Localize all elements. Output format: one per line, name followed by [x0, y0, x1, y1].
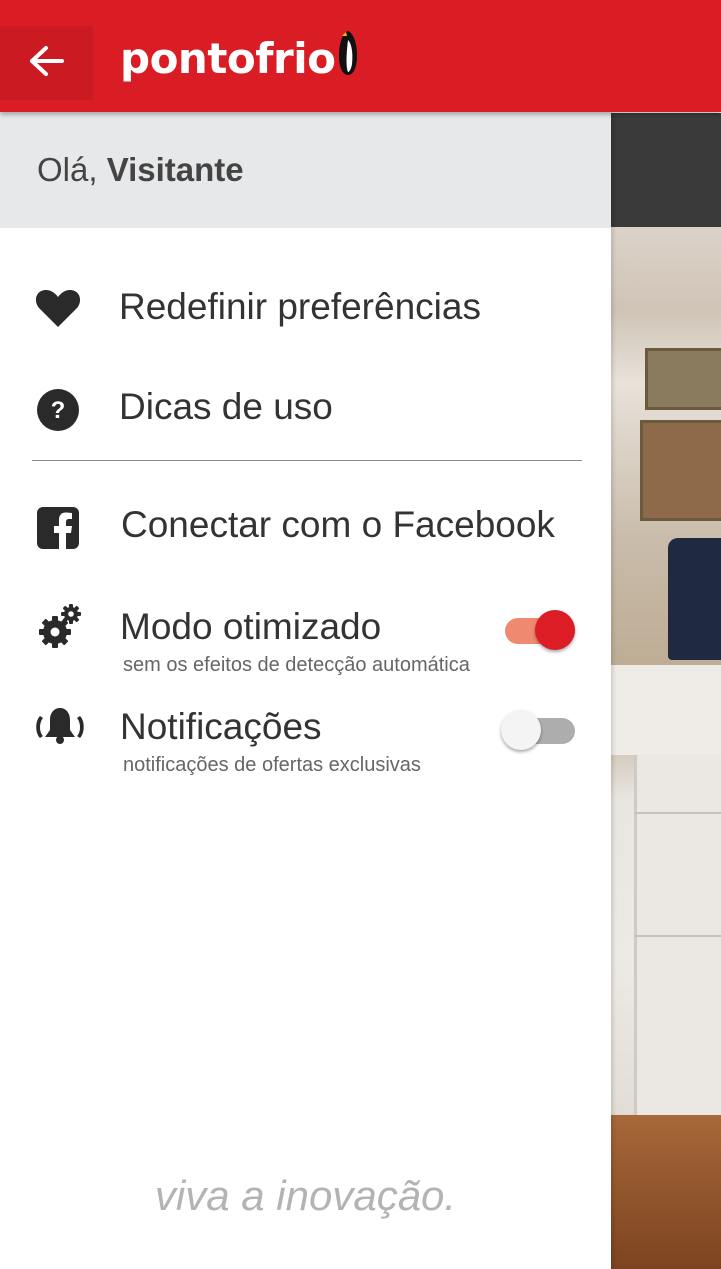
- menu-item-notifications[interactable]: Notificações notificações de ofertas exc…: [0, 690, 611, 790]
- menu-divider: [32, 460, 582, 461]
- menu-item-preferences[interactable]: Redefinir preferências: [0, 268, 611, 348]
- logo-text: pontofrio: [120, 33, 336, 83]
- tagline: viva a inovação.: [154, 1172, 457, 1219]
- gears-icon: [36, 602, 84, 650]
- heart-icon: [34, 284, 82, 332]
- menu-item-label: Modo otimizado: [120, 606, 382, 647]
- menu-item-label: Redefinir preferências: [119, 286, 481, 327]
- background-painting: [640, 420, 721, 521]
- brand-logo: pontofrio: [120, 28, 358, 88]
- back-button[interactable]: [0, 26, 93, 100]
- menu-item-sublabel: sem os efeitos de detecção automática: [123, 654, 470, 676]
- menu-item-label: Dicas de uso: [119, 386, 333, 427]
- user-greeting: Olá, Visitante: [0, 112, 611, 228]
- background-chair: [668, 538, 721, 660]
- app-header: pontofrio: [0, 0, 721, 112]
- menu-item-sublabel: notificações de ofertas exclusivas: [123, 754, 421, 776]
- background-cabinet-line: [634, 935, 721, 937]
- menu-item-optimized-mode[interactable]: Modo otimizado sem os efeitos de detecçã…: [0, 590, 611, 690]
- menu-item-tips[interactable]: ? Dicas de uso: [0, 368, 611, 448]
- penguin-icon: [338, 30, 358, 86]
- notifications-toggle[interactable]: [501, 708, 581, 752]
- menu-item-facebook[interactable]: Conectar com o Facebook: [0, 486, 611, 566]
- menu-item-label: Notificações: [120, 706, 322, 747]
- optimized-mode-toggle[interactable]: [501, 608, 581, 652]
- facebook-icon: [34, 504, 82, 552]
- background-floor: [611, 1115, 721, 1269]
- background-counter: [611, 665, 721, 755]
- svg-text:?: ?: [51, 397, 66, 424]
- background-toolbar: [611, 113, 721, 227]
- background-cabinet-line: [634, 812, 721, 814]
- help-circle-icon: ?: [34, 386, 82, 434]
- user-name: Visitante: [106, 151, 244, 188]
- greeting-prefix: Olá,: [37, 151, 98, 188]
- background-painting: [645, 348, 721, 410]
- navigation-drawer: Olá, Visitante Redefinir preferências ? …: [0, 112, 611, 1269]
- arrow-left-icon: [29, 45, 65, 82]
- menu-item-label: Conectar com o Facebook: [121, 504, 555, 545]
- bell-ringing-icon: [32, 702, 88, 750]
